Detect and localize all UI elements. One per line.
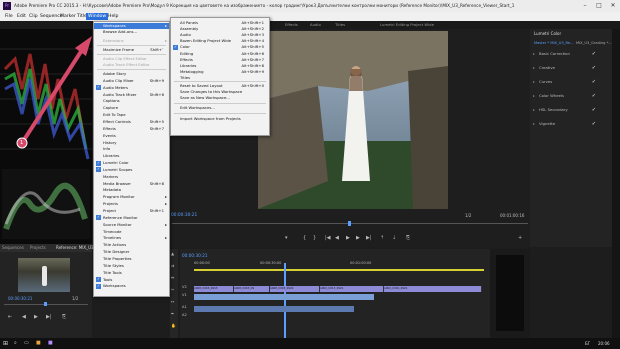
menu-item-libraries[interactable]: Libraries (94, 153, 169, 159)
menu-item-captions[interactable]: Captions (94, 98, 169, 104)
menu-item-title-actions[interactable]: Title Actions (94, 242, 169, 248)
menu-item-metadata[interactable]: Metadata (94, 187, 169, 193)
menu-item-effects[interactable]: Effects Shift+7 (94, 126, 169, 132)
submenu-arrow-icon: ▸ (165, 194, 167, 200)
checkmark-icon: ✓ (96, 277, 101, 282)
language-indicator[interactable]: БГ (585, 341, 590, 346)
checkmark-icon: ✓ (96, 160, 101, 166)
menu-item-title-styles[interactable]: Title Styles (94, 263, 169, 269)
annotation-arrow-head (75, 36, 92, 56)
taskbar-clock: 20:06 (598, 341, 610, 346)
menu-item-reference-monitor[interactable]: ✓ Reference Monitor (94, 215, 169, 221)
menu-item-edit-workspaces[interactable]: Edit Workspaces... (171, 105, 269, 111)
windows-taskbar: ⊞ ⌕ ▭ ■ ■ БГ 20:06 (0, 338, 620, 349)
menu-item-audio-clip-mixer[interactable]: Audio Clip Mixer Shift+9 (94, 78, 169, 84)
menu-item-title-properties[interactable]: Title Properties (94, 256, 169, 262)
menu-item-audio-track-effect-editor[interactable]: Audio Track Effect Editor (94, 62, 169, 68)
task-view-icon[interactable]: ▭ (24, 340, 29, 346)
menu-item-edit-to-tape[interactable]: Edit To Tape (94, 112, 169, 118)
menu-item-media-browser[interactable]: Media Browser Shift+8 (94, 181, 169, 187)
submenu-arrow-icon: ▸ (165, 221, 167, 227)
menu-item-source-monitor[interactable]: Source Monitor ▸ (94, 222, 169, 228)
menu-item-timecode[interactable]: Timecode (94, 229, 169, 235)
menu-item-tools[interactable]: ✓ Tools (94, 277, 169, 283)
menu-item-program-monitor[interactable]: Program Monitor ▸ (94, 194, 169, 200)
checkmark-icon: ✓ (173, 44, 178, 50)
workspaces-submenu: All Panels Alt+Shift+1 Assembly Alt+Shift+2… (170, 17, 270, 136)
menu-item-browse-add-ons[interactable]: Browse Add-ons... (94, 29, 169, 35)
checkmark-icon: ✓ (96, 85, 101, 91)
checkmark-icon: ✓ (96, 283, 101, 289)
windows-start-icon[interactable]: ⊞ (3, 340, 8, 347)
submenu-arrow-icon: ▸ (165, 235, 167, 241)
menu-item-lumetri-color[interactable]: ✓ Lumetri Color (94, 160, 169, 166)
annotation-step-number: 1 (20, 140, 24, 146)
menu-item-adobe-story[interactable]: Adobe Story (94, 71, 169, 77)
menu-item-audio-track-mixer[interactable]: Audio Track Mixer Shift+6 (94, 92, 169, 98)
menu-item-history[interactable]: History (94, 140, 169, 146)
menu-item-maximize-frame[interactable]: Maximize Frame Shift+` (94, 47, 169, 53)
menu-item-info[interactable]: Info (94, 146, 169, 152)
search-icon[interactable]: ⌕ (14, 340, 17, 346)
window-menu: Workspaces ▸ Browse Add-ons... Extensions… (93, 21, 170, 297)
menu-item-audio-meters[interactable]: ✓ Audio Meters (94, 85, 169, 91)
menu-item-save-new-workspace[interactable]: Save as New Workspace... (171, 95, 269, 101)
file-explorer-icon[interactable]: ■ (36, 340, 41, 346)
menu-item-lumetri-scopes[interactable]: ✓ Lumetri Scopes (94, 167, 169, 173)
menu-item-projects[interactable]: Projects ▸ (94, 201, 169, 207)
menu-item-title-designer[interactable]: Title Designer (94, 249, 169, 255)
annotation-arrow-line (20, 48, 84, 145)
checkmark-icon: ✓ (96, 167, 101, 173)
menu-item-effect-controls[interactable]: Effect Controls Shift+5 (94, 119, 169, 125)
menu-item-capture[interactable]: Capture (94, 105, 169, 111)
menu-item-events[interactable]: Events (94, 133, 169, 139)
menu-item-title-tools[interactable]: Title Tools (94, 270, 169, 276)
menu-item-workspaces[interactable]: ✓ Workspaces (94, 283, 169, 289)
checkmark-icon: ✓ (96, 215, 101, 221)
menu-item-project[interactable]: Project Shift+1 (94, 208, 169, 214)
menu-item-timelines[interactable]: Timelines ▸ (94, 235, 169, 241)
menu-item-import-workspace[interactable]: Import Workspace from Projects (171, 116, 269, 122)
menu-item-markers[interactable]: Markers (94, 174, 169, 180)
menu-item-extensions[interactable]: Extensions ▸ (94, 38, 169, 44)
submenu-arrow-icon: ▸ (165, 201, 167, 207)
premiere-taskbar-icon[interactable]: ■ (48, 340, 53, 346)
